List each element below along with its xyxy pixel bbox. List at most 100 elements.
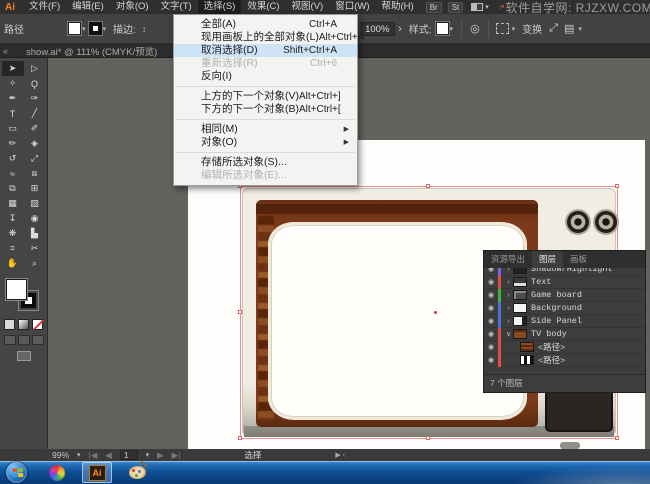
arrange-documents-button[interactable]: ▾	[471, 3, 489, 11]
eyedropper-tool[interactable]: ↧	[2, 211, 24, 226]
scale-tool[interactable]: ⤢	[24, 151, 46, 166]
chevron-down-icon[interactable]: ▾	[450, 25, 454, 33]
fill-proxy-swatch[interactable]	[6, 279, 27, 300]
tv-foot-shape[interactable]	[560, 442, 580, 449]
layer-row[interactable]: ◉<路径>	[484, 341, 645, 354]
visibility-eye-icon[interactable]: ◉	[484, 343, 498, 351]
menubar-item-窗口W[interactable]: 窗口(W)	[329, 0, 375, 14]
visibility-eye-icon[interactable]: ◉	[484, 278, 498, 286]
menu-item-取消选择D[interactable]: 取消选择(D)Shift+Ctrl+A	[174, 44, 357, 57]
last-artboard-button[interactable]: ▶|	[172, 450, 181, 461]
layer-thumbnail[interactable]	[520, 342, 534, 352]
menubar-item-视图V[interactable]: 视图(V)	[286, 0, 330, 14]
isolate-selected-object-icon[interactable]: ⤢	[549, 22, 558, 35]
zoom-level-value[interactable]: 99%	[52, 450, 69, 460]
fill-swatch[interactable]	[68, 22, 81, 35]
layer-thumbnail[interactable]	[513, 268, 527, 274]
zoom-dropdown-icon[interactable]: ▾	[77, 451, 81, 459]
gradient-mode-button[interactable]	[18, 319, 29, 330]
visibility-eye-icon[interactable]: ◉	[484, 356, 498, 364]
layer-name[interactable]: TV body	[531, 329, 567, 339]
zoom-tool[interactable]: ⌕	[24, 256, 46, 271]
layer-name[interactable]: Shadow/Highlight	[531, 268, 613, 274]
layer-row[interactable]: ◉ › Text	[484, 276, 645, 289]
menu-item-相同M[interactable]: 相同(M)▶	[174, 123, 357, 136]
style-swatch[interactable]	[436, 22, 449, 35]
anchor-handle[interactable]	[238, 436, 242, 440]
prev-artboard-button[interactable]: ◀	[105, 450, 112, 461]
visibility-eye-icon[interactable]: ◉	[484, 268, 498, 273]
hand-tool[interactable]: ✋	[2, 256, 24, 271]
menubar-item-文字T[interactable]: 文字(T)	[155, 0, 198, 14]
chevron-down-icon[interactable]: ▾	[82, 25, 86, 33]
anchor-handle[interactable]	[615, 436, 619, 440]
expand-arrow-icon[interactable]: ›	[504, 268, 513, 273]
layer-row[interactable]: ◉<路径>	[484, 354, 645, 367]
layer-row[interactable]: ◉›Background	[484, 302, 645, 315]
visibility-eye-icon[interactable]: ◉	[484, 304, 498, 312]
blend-tool[interactable]: ◉	[24, 211, 46, 226]
next-artboard-button[interactable]: ▶	[157, 450, 164, 461]
first-artboard-button[interactable]: |◀	[89, 450, 98, 461]
draw-behind-button[interactable]	[18, 335, 30, 345]
visibility-eye-icon[interactable]: ◉	[484, 317, 498, 325]
paintbrush-tool[interactable]: ✐	[24, 121, 46, 136]
expand-arrow-icon[interactable]: ›	[504, 279, 513, 286]
stock-button[interactable]: St	[448, 2, 464, 13]
menu-item-现用画板上的全部对象L[interactable]: 现用画板上的全部对象(L)Alt+Ctrl+A	[174, 31, 357, 44]
chevron-down-icon[interactable]: ▾	[512, 25, 516, 33]
width-tool[interactable]: ≈	[2, 166, 24, 181]
menubar-item-选择S[interactable]: 选择(S)	[198, 0, 242, 14]
mesh-tool[interactable]: ▦	[2, 196, 24, 211]
anchor-handle[interactable]	[426, 184, 430, 188]
menubar-item-帮助H[interactable]: 帮助(H)	[376, 0, 420, 14]
anchor-handle[interactable]	[615, 184, 619, 188]
align-icon[interactable]	[496, 23, 509, 34]
paint-app-icon[interactable]	[122, 462, 152, 483]
perspective-grid-tool[interactable]: ⊞	[24, 181, 46, 196]
layer-name[interactable]: Game board	[531, 290, 582, 300]
opacity-more-button[interactable]: ›	[398, 23, 402, 35]
column-graph-tool[interactable]: ▙	[24, 226, 46, 241]
anchor-handle[interactable]	[238, 310, 242, 314]
visibility-eye-icon[interactable]: ◉	[484, 291, 498, 299]
layers-panel-tab-画板[interactable]: 画板	[563, 251, 594, 268]
eraser-tool[interactable]: ◈	[24, 136, 46, 151]
start-button[interactable]	[6, 462, 27, 483]
menubar-item-效果C[interactable]: 效果(C)	[241, 0, 285, 14]
menu-item-下方的下一个对象B[interactable]: 下方的下一个对象(B)Alt+Ctrl+[	[174, 103, 357, 116]
lasso-tool[interactable]: Ϙ	[24, 76, 46, 91]
menu-item-存储所选对象S[interactable]: 存储所选对象(S)...	[174, 156, 357, 169]
layer-thumbnail[interactable]	[513, 277, 527, 287]
rotate-tool[interactable]: ↺	[2, 151, 24, 166]
line-segment-tool[interactable]: ╱	[24, 106, 46, 121]
panel-options-icon[interactable]: ▤	[564, 22, 574, 35]
screen-mode-button[interactable]	[17, 351, 31, 361]
document-tab[interactable]: show.ai* @ 111% (CMYK/预览)	[16, 44, 167, 58]
layer-name[interactable]: Background	[531, 303, 582, 313]
color-mode-button[interactable]	[4, 319, 15, 330]
layer-thumbnail[interactable]	[513, 290, 527, 300]
draw-inside-button[interactable]	[32, 335, 44, 345]
visibility-eye-icon[interactable]: ◉	[484, 330, 498, 338]
selection-tool[interactable]: ➤	[2, 61, 24, 76]
blob-brush-tool[interactable]: ✑	[24, 91, 46, 106]
pencil-tool[interactable]: ✏	[2, 136, 24, 151]
layer-row[interactable]: ◉ › Game board	[484, 289, 645, 302]
shape-builder-tool[interactable]: ⧉	[2, 181, 24, 196]
stroke-weight-stepper[interactable]: ↕	[142, 24, 147, 34]
anchor-handle[interactable]	[426, 436, 430, 440]
scrollbar-arrows[interactable]: ▶ ‹	[335, 451, 345, 459]
menubar-item-文件F[interactable]: 文件(F)	[23, 0, 66, 14]
bridge-button[interactable]: Br	[426, 2, 442, 13]
symbol-sprayer-tool[interactable]: ❋	[2, 226, 24, 241]
layer-name[interactable]: Text	[531, 277, 551, 287]
pinwheel-app-icon[interactable]	[42, 462, 72, 483]
illustrator-taskbar-button[interactable]: Ai	[82, 462, 112, 483]
stroke-swatch[interactable]	[89, 22, 102, 35]
layers-panel-tab-图层[interactable]: 图层	[532, 251, 563, 268]
expand-arrow-icon[interactable]: ›	[504, 318, 513, 325]
menubar-item-编辑E[interactable]: 编辑(E)	[66, 0, 110, 14]
slice-tool[interactable]: ✂	[24, 241, 46, 256]
expand-arrow-icon[interactable]: ›	[504, 292, 513, 299]
